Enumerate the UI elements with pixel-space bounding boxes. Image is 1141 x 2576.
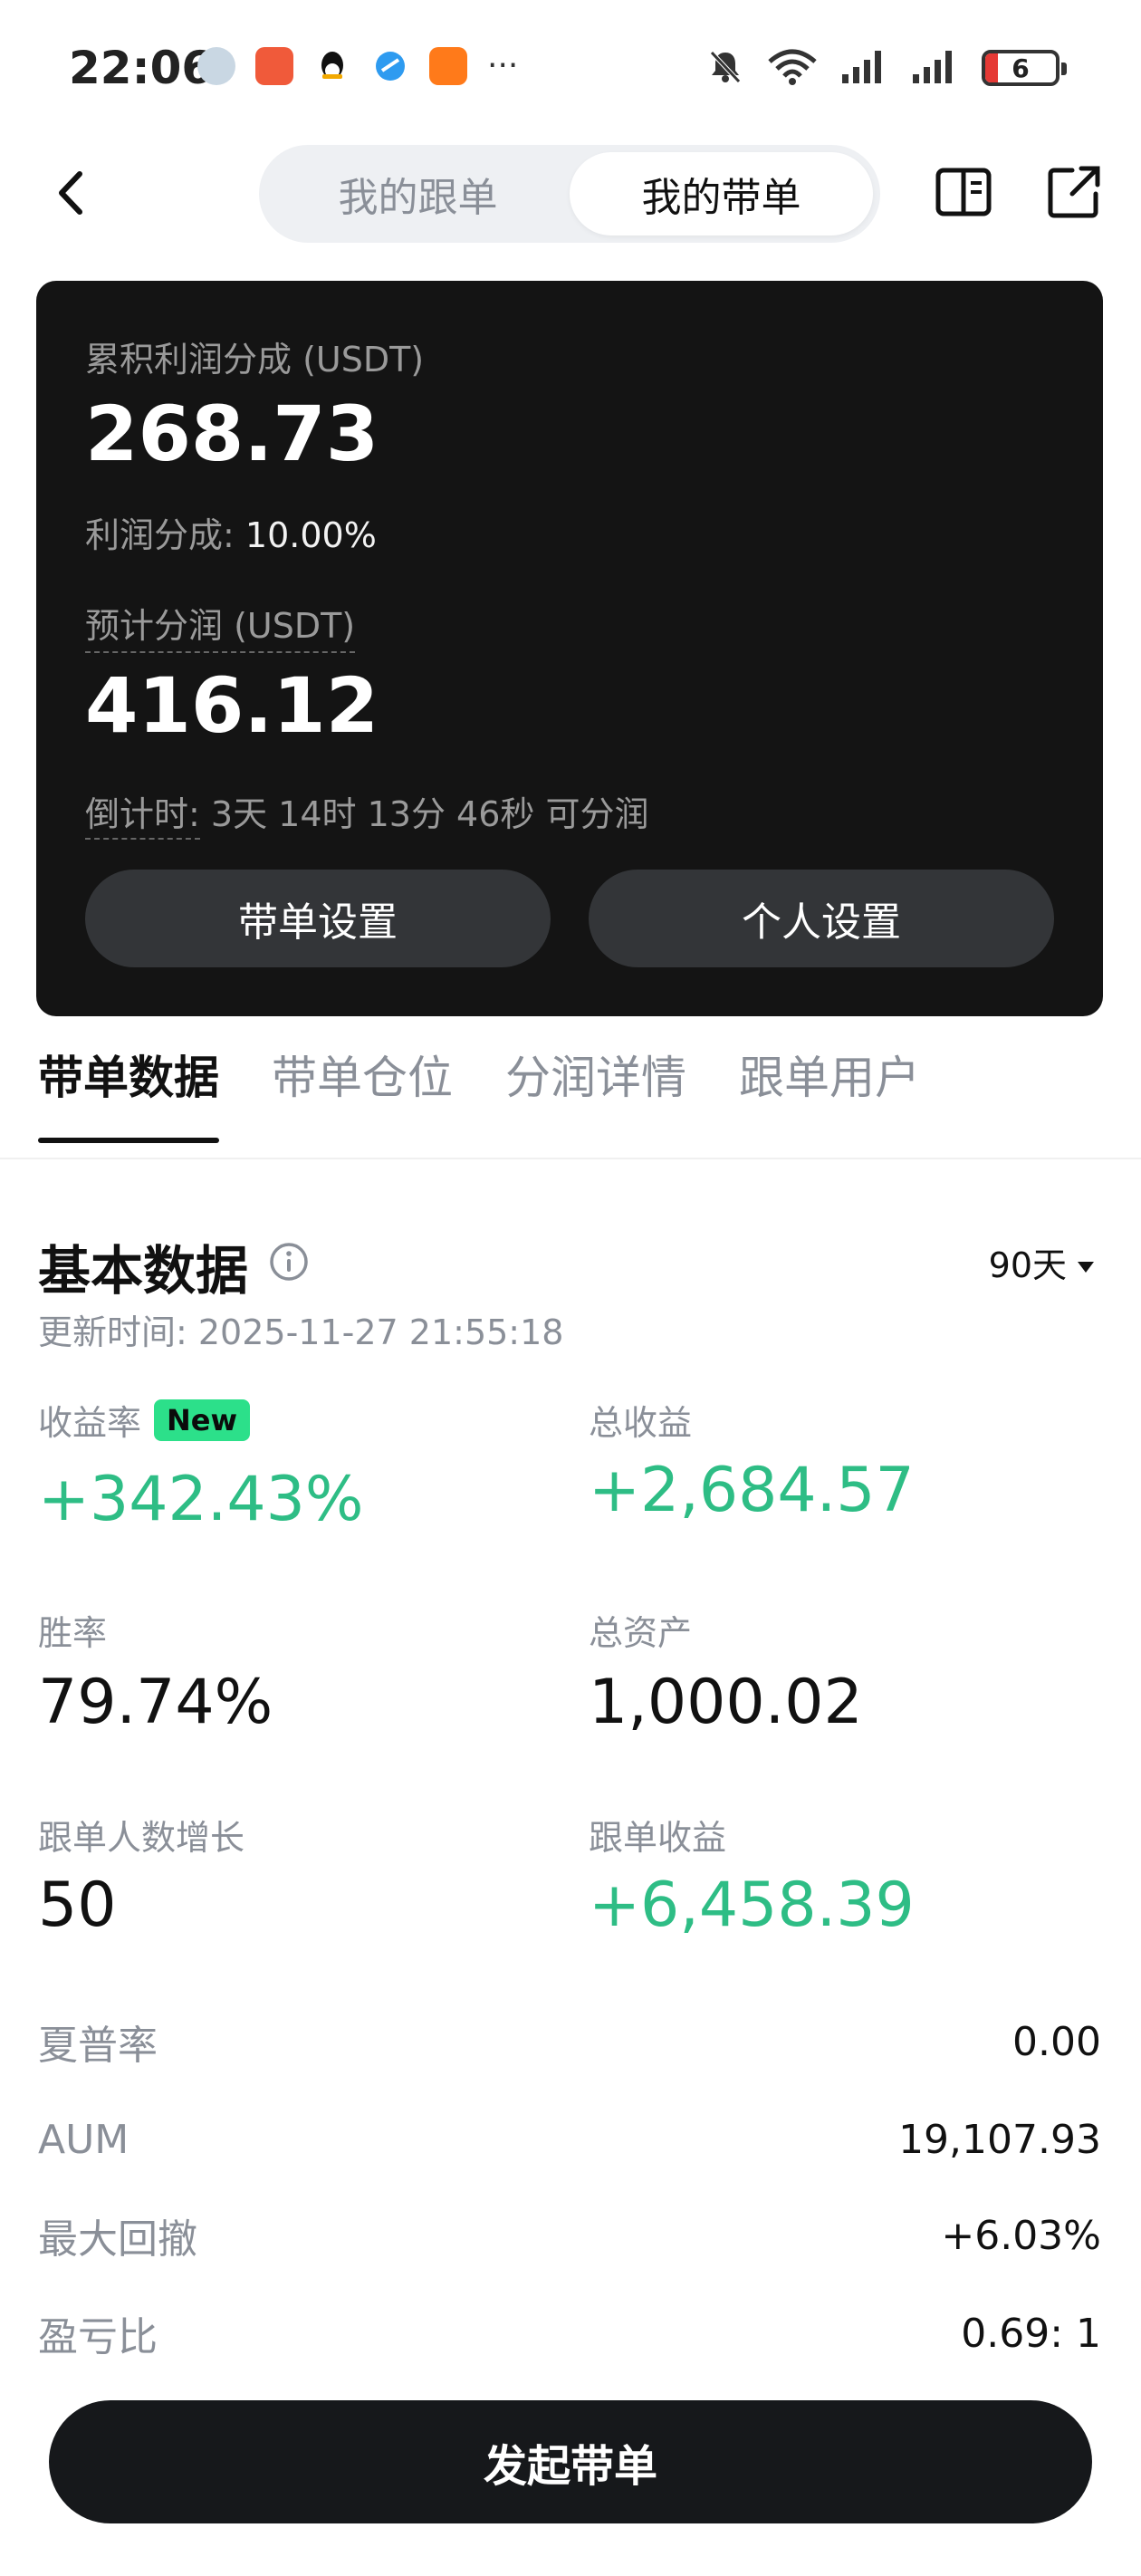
avatar-icon [197, 47, 235, 85]
followers-growth-label: 跟单人数增长 [38, 1818, 245, 1858]
profit-rate-value: 10.00% [244, 515, 377, 555]
info-icon[interactable] [268, 1241, 310, 1283]
aum-value: 19,107.93 [898, 2116, 1101, 2163]
tab-my-follow[interactable]: 我的跟单 [266, 152, 570, 235]
qq-icon [313, 47, 351, 85]
tab-lead-data[interactable]: 带单数据 [38, 1042, 219, 1143]
countdown: 倒计时: 3天 14时 13分 46秒 可分润 [85, 786, 649, 840]
section-title: 基本数据 [38, 1240, 249, 1302]
profit-rate: 利润分成: 10.00% [85, 507, 377, 557]
max-drawdown-row: 最大回撤 +6.03% [38, 2208, 1101, 2264]
profit-share-label: 累积利润分成 (USDT) [85, 340, 425, 380]
signal-icon [840, 47, 889, 89]
countdown-value: 3天 14时 13分 46秒 可分润 [210, 794, 649, 834]
divider [0, 1158, 1141, 1159]
yield-label: 收益率 [38, 1403, 142, 1443]
browser-icon [371, 47, 409, 85]
aum-row: AUM 19,107.93 [38, 2112, 1101, 2167]
yield-value: +342.43% [38, 1464, 364, 1535]
more-notifications-icon: ··· [487, 47, 519, 84]
profit-share-card: 累积利润分成 (USDT) 268.73 利润分成: 10.00% 预计分润 (… [36, 281, 1103, 1016]
aum-label: AUM [38, 2116, 129, 2163]
start-lead-button[interactable]: 发起带单 [49, 2400, 1092, 2523]
orange-app-icon [429, 47, 467, 85]
segment-control: 我的跟单 我的带单 [259, 145, 880, 243]
profit-share-value: 268.73 [85, 389, 379, 478]
content-tabs: 带单数据 带单仓位 分润详情 跟单用户 [38, 1042, 920, 1143]
share-icon[interactable] [1041, 159, 1107, 225]
sharpe-label: 夏普率 [38, 2023, 158, 2069]
back-button[interactable] [45, 163, 100, 223]
tab-lead-positions[interactable]: 带单仓位 [272, 1042, 453, 1143]
badge-app-icon [255, 47, 293, 85]
expected-share-value: 416.12 [85, 661, 379, 750]
signal-icon-2 [911, 47, 960, 89]
status-bar: 22:06 ··· 6 [0, 0, 1141, 136]
follow-profit-value: +6,458.39 [589, 1870, 915, 1941]
pnl-ratio-row: 盈亏比 0.69: 1 [38, 2306, 1101, 2361]
notification-icons: ··· [197, 47, 518, 85]
countdown-label[interactable]: 倒计时: [85, 794, 200, 840]
total-profit-label: 总收益 [589, 1403, 693, 1443]
win-rate-value: 79.74% [38, 1667, 273, 1738]
win-rate-label: 胜率 [38, 1613, 108, 1653]
system-icons: 6 [706, 47, 1067, 89]
yield-label-group: 收益率 New [38, 1395, 251, 1445]
follow-profit-label: 跟单收益 [589, 1818, 727, 1858]
range-value: 90天 [988, 1245, 1067, 1285]
tab-follow-users[interactable]: 跟单用户 [739, 1042, 920, 1143]
status-time: 22:06 [69, 42, 214, 94]
book-icon[interactable] [931, 159, 996, 225]
mute-icon [706, 47, 744, 89]
wifi-icon [766, 47, 819, 89]
max-drawdown-label: 最大回撤 [38, 2216, 197, 2263]
sharpe-row: 夏普率 0.00 [38, 2014, 1101, 2070]
followers-growth-value: 50 [38, 1870, 117, 1941]
total-assets-value: 1,000.02 [589, 1667, 863, 1738]
profit-rate-label: 利润分成: [85, 515, 235, 555]
sharpe-value: 0.00 [1012, 2018, 1101, 2065]
personal-settings-button[interactable]: 个人设置 [589, 870, 1054, 967]
tab-my-lead[interactable]: 我的带单 [570, 152, 873, 235]
range-selector[interactable]: 90天 [989, 1237, 1096, 1287]
tab-share-details[interactable]: 分润详情 [505, 1042, 686, 1143]
new-badge: New [154, 1399, 251, 1441]
max-drawdown-value: +6.03% [941, 2212, 1101, 2259]
total-assets-label: 总资产 [589, 1613, 693, 1653]
battery-icon: 6 [982, 50, 1067, 86]
total-profit-value: +2,684.57 [589, 1455, 915, 1526]
pnl-ratio-value: 0.69: 1 [961, 2310, 1101, 2357]
caret-down-icon [1076, 1243, 1096, 1283]
lead-settings-button[interactable]: 带单设置 [85, 870, 551, 967]
updated-time: 更新时间: 2025-11-27 21:55:18 [38, 1312, 564, 1352]
pnl-ratio-label: 盈亏比 [38, 2314, 158, 2360]
expected-share-label[interactable]: 预计分润 (USDT) [85, 598, 356, 653]
